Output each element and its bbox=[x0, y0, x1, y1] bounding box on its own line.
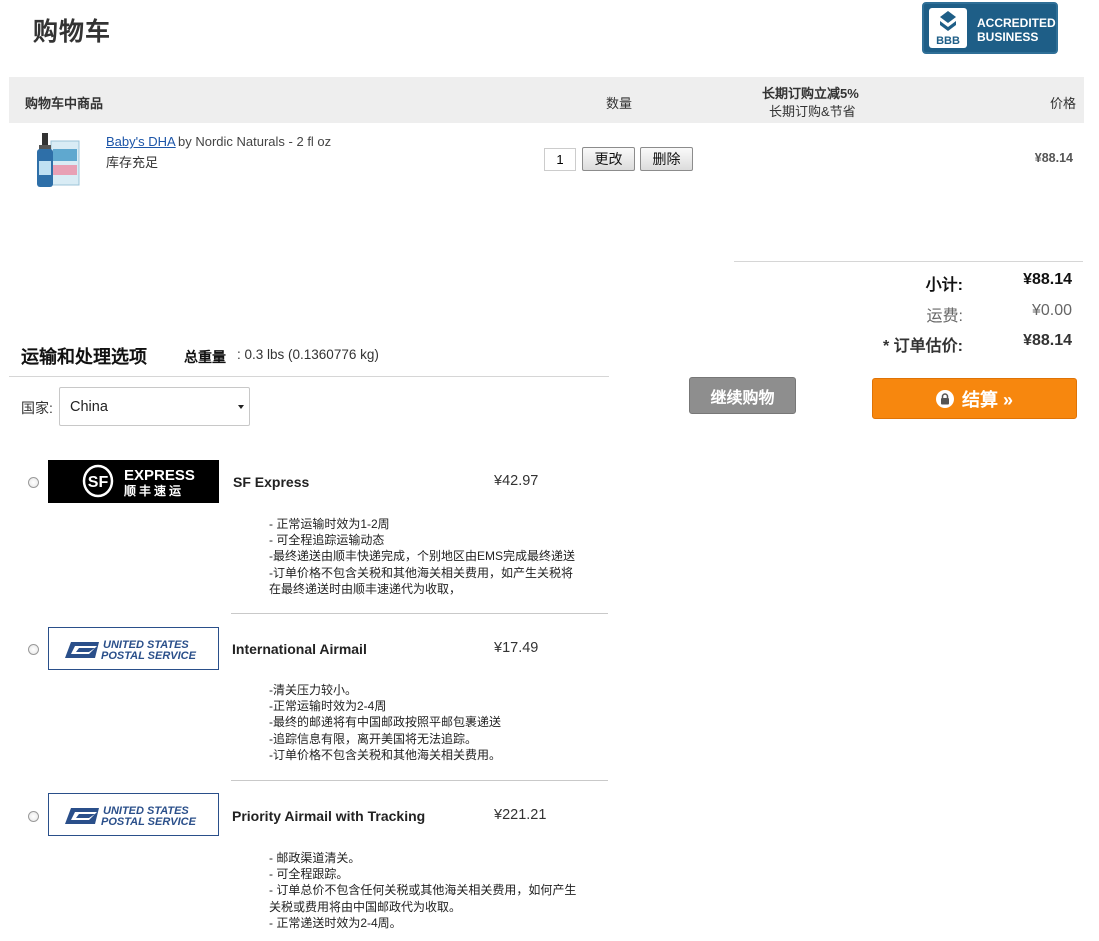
update-quantity-button[interactable]: 更改 bbox=[582, 147, 635, 171]
note-line: -追踪信息有限，离开美国将无法追踪。 bbox=[269, 731, 477, 746]
page-title: 购物车 bbox=[33, 18, 112, 46]
note-line: - 正常递送时效为2-4周。 bbox=[269, 915, 402, 930]
shipping-cost-value: ¥0.00 bbox=[1031, 302, 1072, 319]
shipping-option-radio-sf[interactable] bbox=[28, 477, 39, 488]
header-items: 购物车中商品 bbox=[25, 96, 104, 111]
dropdown-caret-icon bbox=[238, 405, 244, 409]
bbb-mark: BBB bbox=[936, 35, 960, 47]
bbb-line2: BUSINESS bbox=[977, 30, 1039, 44]
note-line: -清关压力较小。 bbox=[269, 683, 357, 697]
sf-logo-chinese: 顺丰速运 bbox=[124, 483, 184, 498]
note-line: - 可全程追踪运输动态 bbox=[269, 533, 385, 548]
note-line: -最终的邮递将有中国邮政按照平邮包裹递送 bbox=[269, 715, 501, 730]
shipping-option-radio-priority[interactable] bbox=[28, 811, 39, 822]
shipping-cost-label: 运费: bbox=[926, 308, 963, 325]
shipping-option-price: ¥221.21 bbox=[494, 807, 547, 823]
note-line: 在最终递送时由顺丰速递代为收取， bbox=[269, 581, 462, 596]
stock-status: 库存充足 bbox=[106, 155, 159, 170]
usps-logo-line2: POSTAL SERVICE bbox=[101, 650, 197, 662]
subtotal-value: ¥88.14 bbox=[1023, 271, 1072, 288]
note-line: -订单价格不包含关税和其他海关相关费用，如产生关税将 bbox=[269, 565, 573, 580]
item-price: ¥88.14 bbox=[1034, 151, 1073, 165]
quantity-input[interactable] bbox=[544, 148, 576, 171]
product-brand-size: by Nordic Naturals - 2 fl oz bbox=[178, 134, 332, 149]
note-line: -订单价格不包含关税和其他海关相关费用。 bbox=[269, 747, 501, 762]
totals-divider bbox=[734, 261, 1083, 262]
note-line: -最终递送由顺丰快递完成，个别地区由EMS完成最终递送 bbox=[269, 549, 576, 564]
sf-logo-mark: SF bbox=[88, 474, 109, 491]
shipping-option-divider bbox=[231, 613, 608, 614]
total-weight-value: : 0.3 lbs (0.1360776 kg) bbox=[237, 347, 379, 362]
continue-shopping-button[interactable]: 继续购物 bbox=[689, 377, 796, 414]
total-weight-label: 总重量 bbox=[184, 349, 226, 365]
shipping-option-price: ¥17.49 bbox=[494, 640, 539, 656]
shipping-option-notes: - 正常运输时效为1-2周 - 可全程追踪运输动态 -最终递送由顺丰快递完成，个… bbox=[269, 516, 609, 597]
shipping-option-divider bbox=[231, 780, 608, 781]
note-line: -正常运输时效为2-4周 bbox=[269, 699, 387, 714]
delete-item-button[interactable]: 删除 bbox=[640, 147, 693, 171]
sf-logo-english: EXPRESS bbox=[124, 467, 195, 484]
header-subscribe-save[interactable]: 长期订购&节省 bbox=[769, 101, 856, 120]
sf-express-logo: SF EXPRESS 顺丰速运 bbox=[48, 460, 219, 503]
shipping-option-radio-airmail[interactable] bbox=[28, 644, 39, 655]
shipping-option-price: ¥42.97 bbox=[494, 473, 539, 489]
product-name-link[interactable]: Baby's DHA bbox=[106, 134, 176, 149]
note-line: 关税或费用将由中国邮政代为收取。 bbox=[269, 899, 462, 914]
shipping-option-name: SF Express bbox=[233, 474, 310, 490]
country-selected-value: China bbox=[70, 399, 108, 415]
country-label: 国家: bbox=[21, 400, 53, 416]
order-estimate-value: ¥88.14 bbox=[1023, 332, 1072, 349]
shipping-option-notes: -清关压力较小。 -正常运输时效为2-4周 -最终的邮递将有中国邮政按照平邮包裹… bbox=[269, 682, 609, 763]
checkout-label: 结算 » bbox=[961, 389, 1013, 410]
order-estimate-label: * 订单估价: bbox=[882, 338, 963, 355]
shipping-options-title: 运输和处理选项 bbox=[21, 347, 147, 367]
product-image[interactable] bbox=[33, 131, 83, 189]
header-subscribe-promo: 长期订购立减5% bbox=[762, 86, 859, 101]
bbb-accredited-badge[interactable]: BBB ACCREDITED BUSINESS bbox=[922, 2, 1058, 54]
subtotal-label: 小计: bbox=[925, 277, 963, 294]
usps-logo: UNITED STATES POSTAL SERVICE bbox=[48, 793, 219, 836]
usps-logo-line2: POSTAL SERVICE bbox=[101, 816, 197, 828]
shipping-option-name: Priority Airmail with Tracking bbox=[232, 808, 426, 824]
note-line: - 可全程跟踪。 bbox=[269, 867, 349, 882]
note-line: - 邮政渠道清关。 bbox=[269, 851, 361, 865]
lock-icon bbox=[935, 389, 954, 408]
cart-table-header: 购物车中商品 数量 长期订购立减5% 长期订购&节省 价格 bbox=[9, 77, 1084, 123]
shipping-option-name: International Airmail bbox=[232, 641, 367, 657]
shipping-divider bbox=[9, 376, 609, 377]
header-quantity: 数量 bbox=[606, 96, 633, 111]
usps-logo: UNITED STATES POSTAL SERVICE bbox=[48, 627, 219, 670]
bbb-seal-icon: BBB bbox=[929, 8, 967, 48]
header-price: 价格 bbox=[1049, 96, 1076, 111]
note-line: - 订单总价不包含任何关税或其他海关相关费用，如何产生 bbox=[269, 883, 577, 898]
shipping-option-notes: - 邮政渠道清关。 - 可全程跟踪。 - 订单总价不包含任何关税或其他海关相关费… bbox=[269, 850, 609, 931]
checkout-button[interactable]: 结算 » bbox=[872, 378, 1077, 419]
country-select[interactable]: China bbox=[59, 387, 250, 426]
bbb-line1: ACCREDITED bbox=[977, 16, 1056, 30]
note-line: - 正常运输时效为1-2周 bbox=[269, 517, 390, 531]
